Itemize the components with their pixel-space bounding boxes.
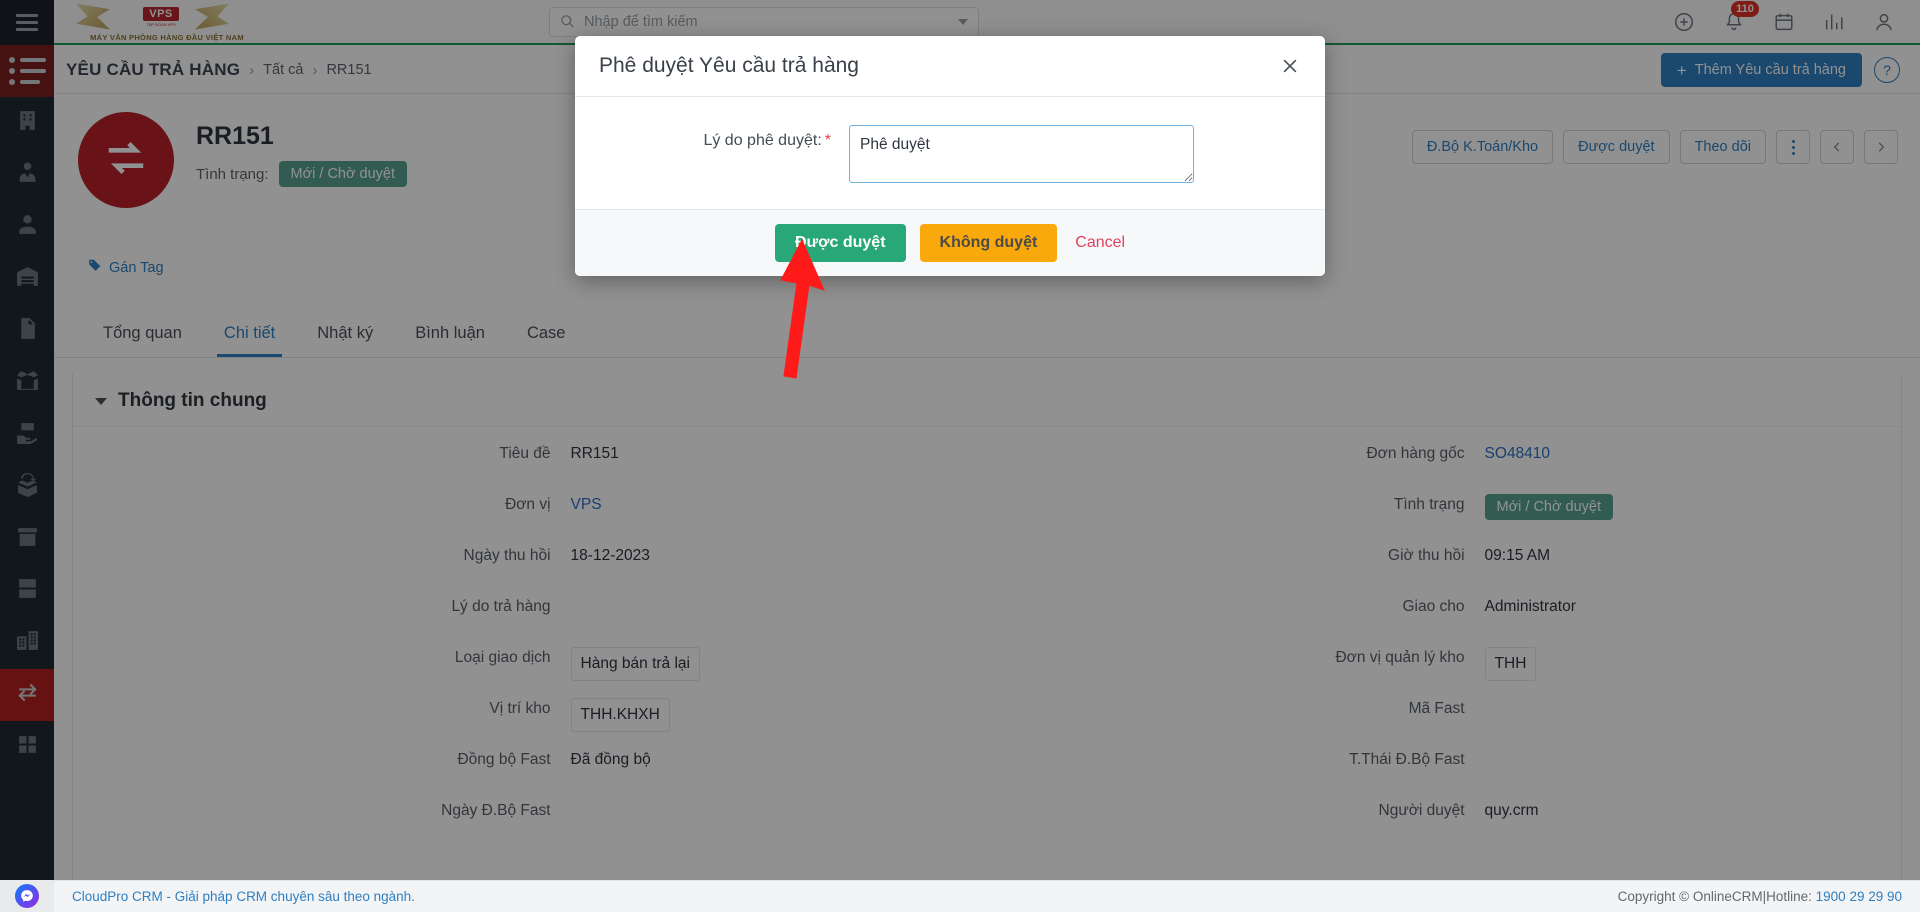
page-footer: CloudPro CRM - Giải pháp CRM chuyên sâu … — [54, 880, 1920, 912]
modal-reject-button[interactable]: Không duyệt — [919, 224, 1058, 262]
footer-product-text[interactable]: CloudPro CRM - Giải pháp CRM chuyên sâu … — [72, 889, 415, 904]
messenger-icon[interactable] — [15, 884, 39, 908]
modal-footer: Được duyệt Không duyệt Cancel — [575, 209, 1325, 276]
footer-copyright-area: Copyright © OnlineCRM|Hotline: 1900 29 2… — [1618, 889, 1902, 904]
taskbar — [0, 880, 54, 912]
footer-copyright: Copyright © OnlineCRM — [1617, 889, 1763, 904]
modal-title: Phê duyệt Yêu cầu trả hàng — [599, 54, 859, 77]
modal-body: Lý do phê duyệt: * — [575, 97, 1325, 209]
close-icon[interactable] — [1277, 53, 1303, 79]
modal-header: Phê duyệt Yêu cầu trả hàng — [575, 36, 1325, 97]
required-asterisk: * — [824, 132, 831, 149]
footer-hotline-number[interactable]: 1900 29 29 90 — [1816, 889, 1902, 904]
modal-cancel-button[interactable]: Cancel — [1071, 234, 1129, 252]
approval-reason-label: Lý do phê duyệt: * — [599, 125, 849, 150]
approval-reason-label-text: Lý do phê duyệt: — [703, 132, 822, 149]
approval-reason-textarea[interactable] — [849, 125, 1194, 183]
approve-return-request-modal: Phê duyệt Yêu cầu trả hàng Lý do phê duy… — [575, 36, 1325, 276]
footer-hotline-label: Hotline: — [1766, 889, 1812, 904]
modal-approve-button[interactable]: Được duyệt — [775, 224, 906, 262]
